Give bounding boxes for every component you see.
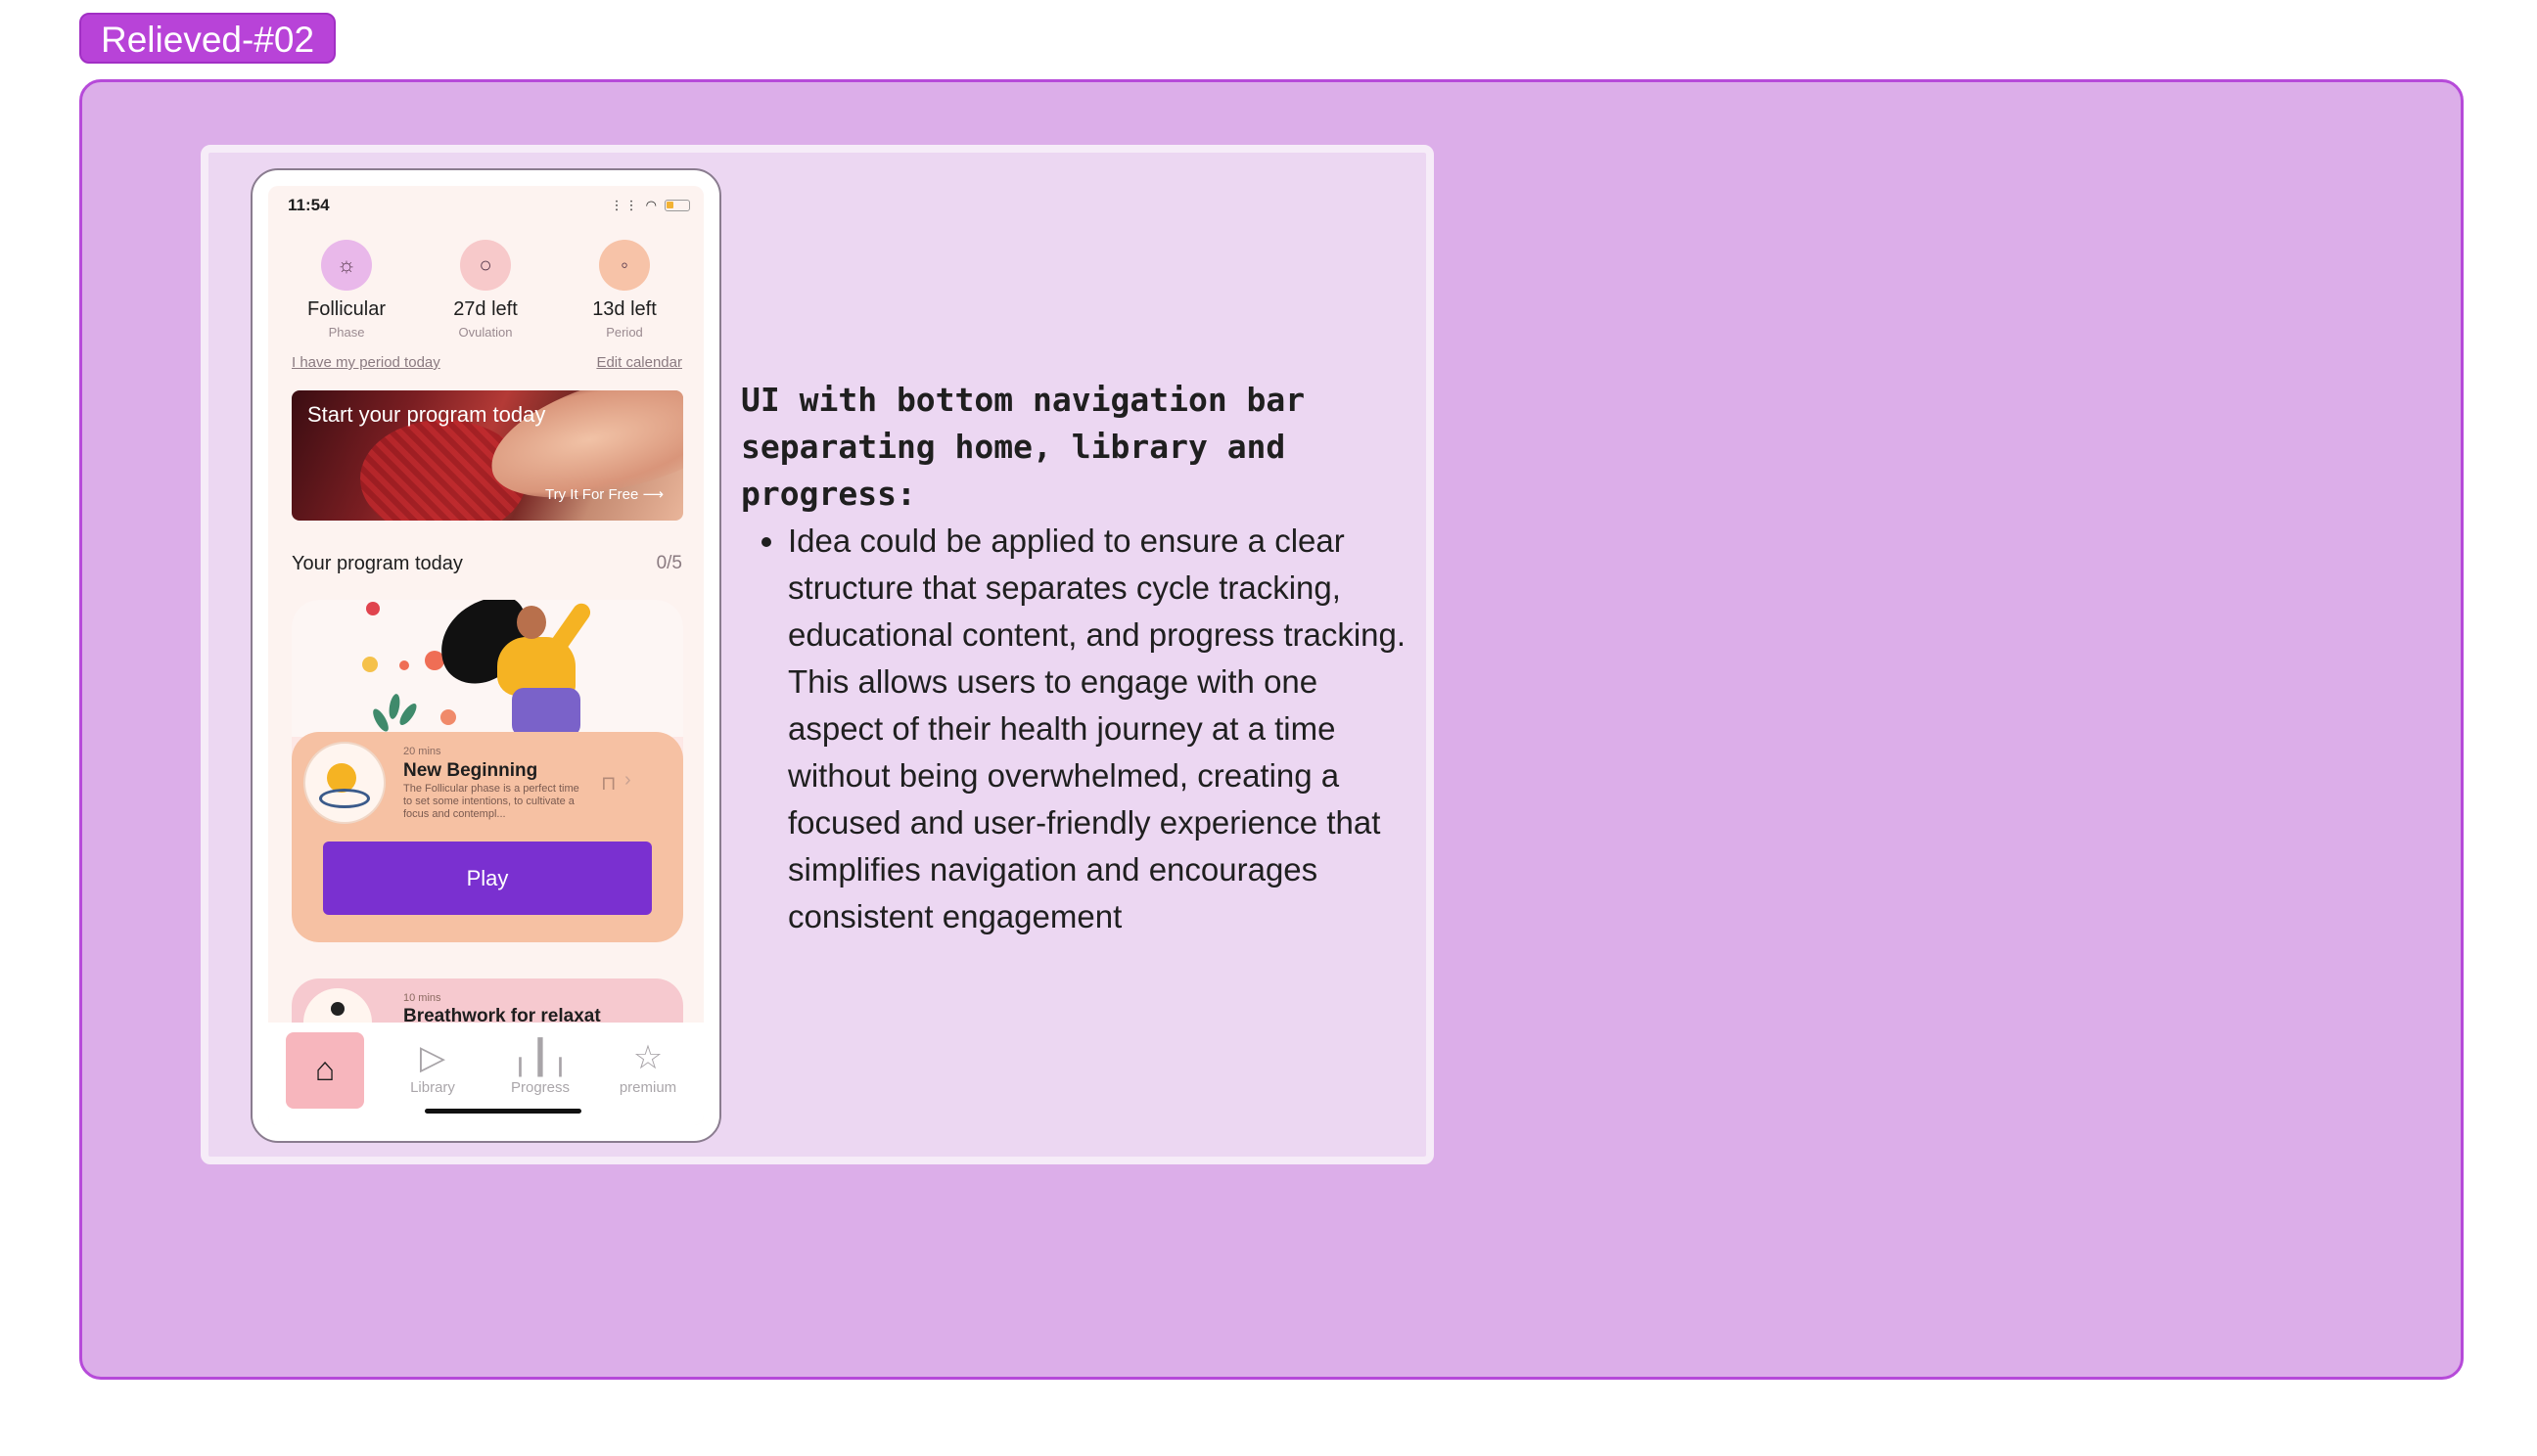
nav-premium[interactable]: ☆ premium — [609, 1032, 687, 1109]
flower-icon — [399, 660, 409, 670]
stat-period-label: Period — [606, 325, 643, 340]
home-indicator — [425, 1109, 581, 1114]
arrow-right-icon: ⟶ — [642, 486, 664, 503]
character-pants — [512, 688, 580, 737]
flower-icon — [366, 602, 380, 615]
star-icon: ☆ — [632, 1039, 664, 1076]
nav-library-label: Library — [410, 1079, 455, 1096]
idea-list: Idea could be applied to ensure a clear … — [741, 518, 1416, 940]
status-icons: ⋮⋮ ◠ — [611, 198, 690, 213]
program-card: 20 mins New Beginning The Follicular pha… — [292, 600, 683, 942]
program-illustration — [292, 600, 683, 737]
edit-calendar-link[interactable]: Edit calendar — [596, 354, 682, 371]
program-title: Your program today — [292, 553, 463, 574]
flower-icon — [440, 709, 456, 725]
signal-icon: ⋮⋮ — [610, 198, 640, 212]
next-lesson-duration: 10 mins — [403, 992, 441, 1004]
cloud-sun-icon: ☼ — [321, 240, 372, 291]
lesson-description: The Follicular phase is a perfect time t… — [403, 783, 579, 820]
stat-ovulation-label: Ovulation — [458, 325, 513, 340]
period-today-link[interactable]: I have my period today — [292, 354, 440, 371]
stat-ovulation-value: 27d left — [453, 298, 518, 320]
lock-icon: ⊓ — [601, 773, 617, 795]
phone-mockup: 11:54 ⋮⋮ ◠ ☼ Follicular Phase ○ 27d left… — [251, 168, 721, 1143]
character-face — [517, 606, 546, 639]
thumb-bike — [319, 789, 370, 808]
character-shirt — [497, 637, 576, 696]
play-button[interactable]: Play — [323, 842, 652, 915]
app-screen: 11:54 ⋮⋮ ◠ ☼ Follicular Phase ○ 27d left… — [268, 186, 704, 1125]
section-tag[interactable]: Relieved-#02 — [79, 13, 337, 64]
idea-heading: UI with bottom navigation bar separating… — [741, 381, 1306, 513]
idea-description: UI with bottom navigation bar separating… — [741, 377, 1416, 940]
program-count: 0/5 — [656, 553, 682, 573]
stat-period[interactable]: ◦ 13d left Period — [556, 240, 693, 340]
nav-library[interactable]: ▷ Library — [393, 1032, 472, 1109]
stat-phase-label: Phase — [328, 325, 365, 340]
circle-icon: ○ — [460, 240, 511, 291]
nav-premium-label: premium — [619, 1079, 677, 1096]
status-time: 11:54 — [288, 196, 330, 214]
nav-home[interactable]: ⌂ — [286, 1032, 364, 1109]
flower-icon — [362, 657, 378, 672]
drops-icon: ◦ — [599, 240, 650, 291]
bars-icon: ╷┃╷ — [510, 1039, 571, 1076]
home-icon: ⌂ — [314, 1051, 336, 1088]
wifi-icon: ◠ — [645, 198, 659, 212]
promo-banner[interactable]: Start your program today Try It For Free… — [292, 390, 683, 521]
lesson-duration: 20 mins — [403, 746, 441, 757]
banner-title: Start your program today — [307, 402, 546, 427]
leaf-icon — [387, 693, 402, 720]
stat-phase-value: Follicular — [306, 298, 387, 320]
idea-bullet: Idea could be applied to ensure a clear … — [788, 518, 1416, 940]
chevron-right-icon[interactable]: › — [624, 769, 631, 792]
stat-phase[interactable]: ☼ Follicular Phase — [278, 240, 415, 340]
stat-period-value: 13d left — [592, 298, 657, 320]
lesson-card[interactable]: 20 mins New Beginning The Follicular pha… — [292, 732, 683, 942]
leaf-icon — [396, 701, 420, 728]
bottom-navigation: ⌂ ▷ Library ╷┃╷ Progress ☆ premium — [268, 1023, 704, 1125]
nav-progress-label: Progress — [510, 1079, 571, 1096]
banner-cta[interactable]: Try It For Free ⟶ — [545, 485, 664, 503]
lesson-name: New Beginning — [403, 760, 538, 781]
battery-icon — [665, 200, 690, 211]
play-icon: ▷ — [419, 1039, 446, 1076]
stat-ovulation[interactable]: ○ 27d left Ovulation — [417, 240, 554, 340]
nav-progress[interactable]: ╷┃╷ Progress — [501, 1032, 579, 1109]
lesson-thumbnail — [303, 742, 386, 824]
